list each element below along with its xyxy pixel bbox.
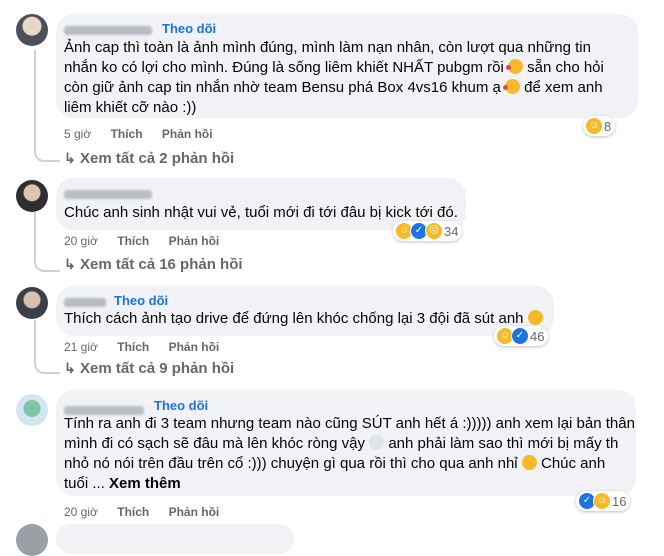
avatar[interactable] (16, 394, 48, 426)
avatar[interactable] (16, 14, 48, 46)
avatar[interactable] (16, 180, 48, 212)
like-reaction-icon: ✓ (511, 327, 529, 345)
pleading-face-emoji-icon (527, 310, 543, 325)
like-button[interactable]: Thích (117, 505, 149, 519)
reply-button[interactable]: Phản hồi (169, 505, 220, 519)
like-button[interactable]: Thích (111, 127, 143, 141)
comment-author[interactable] (64, 22, 152, 37)
view-replies-link[interactable]: ↳ Xem tất cả 16 phản hồi (64, 256, 243, 273)
comment-text: Chúc anh sinh nhật vui vẻ, tuổi mới đi t… (64, 204, 458, 221)
reaction-count: 46 (530, 328, 545, 344)
comment-time[interactable]: 5 giờ (64, 127, 91, 141)
comment-time[interactable]: 20 giờ (64, 234, 98, 248)
like-button[interactable]: Thích (117, 340, 149, 354)
thread-line (34, 212, 60, 272)
kissing-face-emoji-icon (521, 455, 537, 470)
view-replies-link[interactable]: ↳ Xem tất cả 9 phản hồi (64, 360, 234, 377)
reaction-summary[interactable]: ☺ ✓ 46 (494, 326, 549, 346)
reaction-summary[interactable]: ☺ 8 (583, 116, 616, 136)
view-replies-link[interactable]: ↳ Xem tất cả 2 phản hồi (64, 150, 234, 167)
reply-arrow-icon: ↳ (64, 360, 76, 376)
comment-time[interactable]: 21 giờ (64, 340, 98, 354)
follow-button[interactable]: Theo dõi (114, 293, 168, 308)
comment-text: Thích cách ảnh tạo drive để đứng lên khó… (64, 309, 543, 329)
avatar[interactable] (16, 524, 48, 556)
comment-author[interactable] (64, 186, 152, 201)
avatar[interactable] (16, 287, 48, 319)
follow-button[interactable]: Theo dõi (162, 21, 216, 36)
reaction-count: 34 (444, 223, 459, 239)
reply-arrow-icon: ↳ (64, 256, 76, 272)
comment-meta: 5 giờ Thích Phản hồi (64, 127, 229, 141)
reaction-summary[interactable]: ✓ ☺ 16 (576, 491, 631, 511)
smiling-hearts-emoji-icon (505, 59, 523, 74)
clown-face-emoji-icon (369, 435, 385, 450)
thread-line (34, 320, 60, 374)
follow-button[interactable]: Theo dõi (154, 398, 208, 413)
haha-reaction-icon: ☺ (585, 117, 603, 135)
comment-text: Ảnh cap thì toàn là ảnh mình đúng, mình … (64, 39, 604, 116)
reply-button[interactable]: Phản hồi (169, 340, 220, 354)
reply-button[interactable]: Phản hồi (169, 234, 220, 248)
comment-meta: 21 giờ Thích Phản hồi (64, 340, 235, 354)
comment-meta: 20 giờ Thích Phản hồi (64, 234, 235, 248)
see-more-link[interactable]: Xem thêm (109, 475, 181, 492)
reaction-count: 16 (612, 493, 627, 509)
reaction-count: 8 (604, 118, 612, 134)
comment-text: Tính ra anh đi 3 team nhưng team nào cũn… (64, 415, 635, 492)
reaction-summary[interactable]: ☺ ✓ ☹ 34 (393, 221, 463, 241)
sad-reaction-icon: ☹ (425, 222, 443, 240)
comment-bubble (56, 524, 294, 554)
like-button[interactable]: Thích (117, 234, 149, 248)
reply-arrow-icon: ↳ (64, 150, 76, 166)
reply-button[interactable]: Phản hồi (162, 127, 213, 141)
comment-meta: 20 giờ Thích Phản hồi (64, 505, 235, 519)
haha-reaction-icon: ☺ (593, 492, 611, 510)
comment-time[interactable]: 20 giờ (64, 505, 98, 519)
comment-author[interactable] (64, 294, 106, 309)
smiling-hearts-emoji-icon (503, 79, 520, 94)
